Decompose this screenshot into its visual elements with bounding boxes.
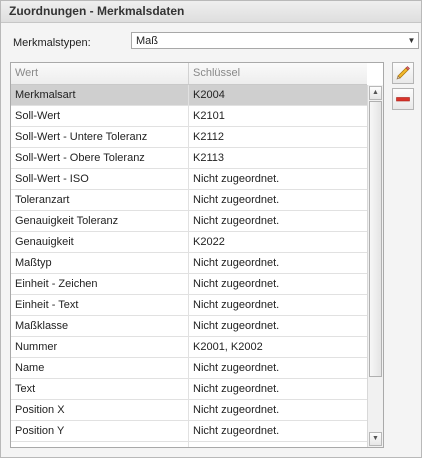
chevron-down-icon[interactable]: ▼ xyxy=(407,36,416,45)
scroll-up-button[interactable]: ▲ xyxy=(369,86,382,100)
table-row[interactable]: Soll-Wert - Untere Toleranz K2112 xyxy=(11,127,367,148)
cell-wert: Einheit - Text xyxy=(11,295,189,315)
column-header-wert[interactable]: Wert xyxy=(11,63,189,84)
table-row[interactable]: Position Y Nicht zugeordnet. xyxy=(11,421,367,442)
cell-wert: Maßklasse xyxy=(11,316,189,336)
table-body: Merkmalsart K2004 Soll-Wert K2101 Soll-Wert … xyxy=(11,85,367,447)
table-row[interactable]: Nummer K2001, K2002 xyxy=(11,337,367,358)
table-row[interactable]: Genauigkeit Toleranz Nicht zugeordnet. xyxy=(11,211,367,232)
cell-wert: Merkmalsart xyxy=(11,85,189,105)
vertical-scrollbar[interactable]: ▲ ▼ xyxy=(367,85,383,447)
cell-schluessel: K2112 xyxy=(193,131,224,143)
cell-wert: Einheit - Zeichen xyxy=(11,274,189,294)
cell-schluessel: Nicht zugeordnet. xyxy=(193,173,280,185)
table-row[interactable]: Maßtyp Nicht zugeordnet. xyxy=(11,253,367,274)
table-row[interactable]: Name Nicht zugeordnet. xyxy=(11,358,367,379)
cell-schluessel: Nicht zugeordnet. xyxy=(193,404,280,416)
table-row[interactable]: Genauigkeit K2022 xyxy=(11,232,367,253)
cell-schluessel: Nicht zugeordnet. xyxy=(193,194,280,206)
table-row[interactable]: Soll-Wert K2101 xyxy=(11,106,367,127)
cell-schluessel: K2022 xyxy=(193,236,225,248)
cell-wert: Text xyxy=(11,379,189,399)
cell-wert: Maßtyp xyxy=(11,253,189,273)
panel-header: Zuordnungen - Merkmalsdaten xyxy=(1,1,421,23)
cell-wert: Soll-Wert xyxy=(11,106,189,126)
cell-schluessel: K2001, K2002 xyxy=(193,341,263,353)
cell-wert: Soll-Wert - Untere Toleranz xyxy=(11,127,189,147)
cell-wert: Soll-Wert - Obere Toleranz xyxy=(11,148,189,168)
cell-wert: Nummer xyxy=(11,337,189,357)
cell-wert: Position Z xyxy=(11,442,189,447)
mapping-panel: Zuordnungen - Merkmalsdaten Merkmalstype… xyxy=(0,0,422,458)
edit-button[interactable] xyxy=(392,62,414,84)
table-header: Wert Schlüssel xyxy=(11,63,367,85)
feature-type-value: Maß xyxy=(136,35,158,47)
cell-schluessel: Nicht zugeordnet. xyxy=(193,257,280,269)
table-row[interactable]: Merkmalsart K2004 xyxy=(11,85,367,106)
table-row[interactable]: Maßklasse Nicht zugeordnet. xyxy=(11,316,367,337)
cell-wert: Genauigkeit xyxy=(11,232,189,252)
cell-wert: Genauigkeit Toleranz xyxy=(11,211,189,231)
cell-schluessel: Nicht zugeordnet. xyxy=(193,425,280,437)
cell-schluessel: Nicht zugeordnet. xyxy=(193,215,280,227)
cell-schluessel: K2113 xyxy=(193,152,224,164)
cell-wert: Position Y xyxy=(11,421,189,441)
cell-wert: Soll-Wert - ISO xyxy=(11,169,189,189)
feature-type-select[interactable]: Maß ▼ xyxy=(131,32,419,49)
cell-wert: Toleranzart xyxy=(11,190,189,210)
table-row[interactable]: Einheit - Zeichen Nicht zugeordnet. xyxy=(11,274,367,295)
remove-button[interactable] xyxy=(392,88,414,110)
scrollbar-thumb[interactable] xyxy=(369,101,382,377)
cell-schluessel: Nicht zugeordnet. xyxy=(193,383,280,395)
table-row[interactable]: Soll-Wert - ISO Nicht zugeordnet. xyxy=(11,169,367,190)
table-row[interactable]: Position X Nicht zugeordnet. xyxy=(11,400,367,421)
cell-schluessel: K2004 xyxy=(193,89,225,101)
minus-icon xyxy=(396,97,410,102)
cell-wert: Position X xyxy=(11,400,189,420)
cell-schluessel: K2101 xyxy=(193,110,225,122)
table-row[interactable]: Text Nicht zugeordnet. xyxy=(11,379,367,400)
table-row[interactable]: Toleranzart Nicht zugeordnet. xyxy=(11,190,367,211)
cell-schluessel: Nicht zugeordnet. xyxy=(189,442,367,447)
table-row[interactable]: Einheit - Text Nicht zugeordnet. xyxy=(11,295,367,316)
cell-schluessel: Nicht zugeordnet. xyxy=(193,299,280,311)
cell-schluessel: Nicht zugeordnet. xyxy=(193,320,280,332)
table-row[interactable]: Soll-Wert - Obere Toleranz K2113 xyxy=(11,148,367,169)
feature-type-label: Merkmalstypen: xyxy=(13,37,91,49)
cell-wert: Name xyxy=(11,358,189,378)
cell-schluessel: Nicht zugeordnet. xyxy=(193,362,280,374)
scroll-down-button[interactable]: ▼ xyxy=(369,432,382,446)
cell-schluessel: Nicht zugeordnet. xyxy=(193,278,280,290)
table-row[interactable]: Position ZNicht zugeordnet. xyxy=(11,442,367,447)
mapping-table: Wert Schlüssel Merkmalsart K2004 Soll-Wert… xyxy=(10,62,384,448)
pencil-icon xyxy=(396,66,410,80)
column-header-schluessel[interactable]: Schlüssel xyxy=(189,63,367,84)
panel-title: Zuordnungen - Merkmalsdaten xyxy=(9,4,185,18)
